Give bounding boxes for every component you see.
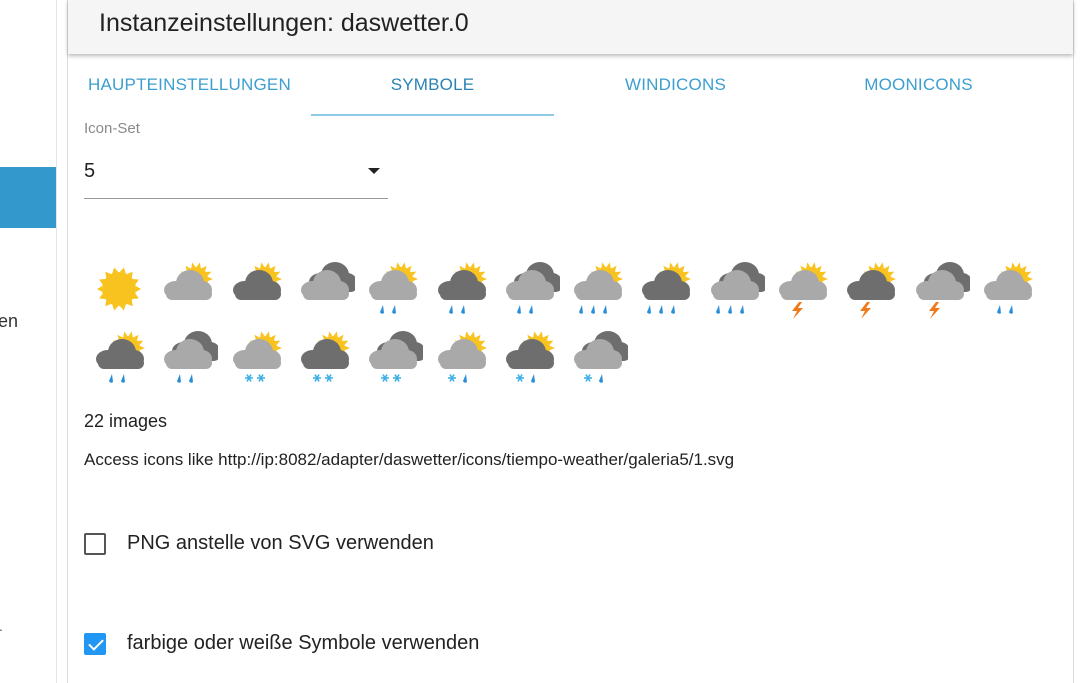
tab-symbole[interactable]: SYMBOLE xyxy=(311,56,554,116)
dropdown-arrow-icon[interactable] xyxy=(368,168,380,174)
select-underline xyxy=(84,198,388,199)
sun-light-cloud-icon xyxy=(164,262,214,300)
tab-moonicons[interactable]: MOONICONS xyxy=(797,56,1040,114)
sun-cloud-sleet-icon xyxy=(437,331,487,383)
clouds-snow-icon xyxy=(369,331,424,382)
sun-cloud-thunder-icon xyxy=(779,262,828,319)
clouds-drizzle-icon xyxy=(164,331,219,383)
color-option-label[interactable]: farbige oder weiße Symbole verwenden xyxy=(127,632,479,655)
sidebar-item-mark: . xyxy=(0,618,3,634)
tab-content: Icon-Set 5 22 images Access icons like h… xyxy=(84,116,1073,683)
color-option-row[interactable]: farbige oder weiße Symbole verwenden xyxy=(84,632,479,655)
tab-haupteinstellungen[interactable]: HAUPTEINSTELLUNGEN xyxy=(68,56,311,114)
sun-cloud-light-rain-icon xyxy=(369,262,419,314)
sun-cloud-rain-icon xyxy=(574,262,624,314)
sidebar: en . xyxy=(0,0,57,683)
icon-set-label: Icon-Set xyxy=(84,120,140,137)
tab-windicons[interactable]: WINDICONS xyxy=(554,56,797,114)
sidebar-active-item[interactable] xyxy=(0,167,56,228)
color-icons-checkbox[interactable] xyxy=(84,632,106,655)
sun-cloud-snow-icon xyxy=(232,331,282,382)
png-option-label[interactable]: PNG anstelle von SVG verwenden xyxy=(127,532,434,555)
icon-set-value[interactable]: 5 xyxy=(84,160,95,183)
sun-dark-cloud-drizzle-icon xyxy=(96,331,145,383)
png-option-row[interactable]: PNG anstelle von SVG verwenden xyxy=(84,532,434,555)
sidebar-item-label[interactable]: en xyxy=(0,311,18,332)
clouds-icon xyxy=(300,262,355,300)
icon-access-hint: Access icons like http://ip:8082/adapter… xyxy=(84,450,735,469)
sun-dark-cloud-light-rain-icon xyxy=(437,262,487,314)
sun-dark-cloud-snow-icon xyxy=(300,331,350,382)
clouds-sleet-icon xyxy=(574,331,629,383)
png-checkbox[interactable] xyxy=(84,532,106,555)
sun-cloud-drizzle-icon xyxy=(983,262,1033,314)
sun-dark-cloud-icon xyxy=(232,262,282,300)
images-count: 22 images xyxy=(84,411,168,431)
clouds-light-rain-icon xyxy=(505,262,560,314)
dialog-title: Instanzeinstellungen: daswetter.0 xyxy=(99,9,469,37)
clouds-rain-icon xyxy=(710,262,765,314)
dialog-header: Instanzeinstellungen: daswetter.0 xyxy=(68,0,1073,54)
instance-settings-dialog: Instanzeinstellungen: daswetter.0 HAUPTE… xyxy=(67,0,1074,683)
sun-dark-cloud-rain-icon xyxy=(642,262,692,314)
icon-set-select[interactable]: Icon-Set 5 xyxy=(84,120,388,200)
clouds-thunder-icon xyxy=(915,262,970,319)
sun-icon xyxy=(97,267,141,311)
sun-dark-cloud-thunder-icon xyxy=(847,262,897,319)
tab-bar: HAUPTEINSTELLUNGEN SYMBOLE WINDICONS MOO… xyxy=(68,56,1073,116)
sun-dark-cloud-sleet-icon xyxy=(505,331,555,383)
